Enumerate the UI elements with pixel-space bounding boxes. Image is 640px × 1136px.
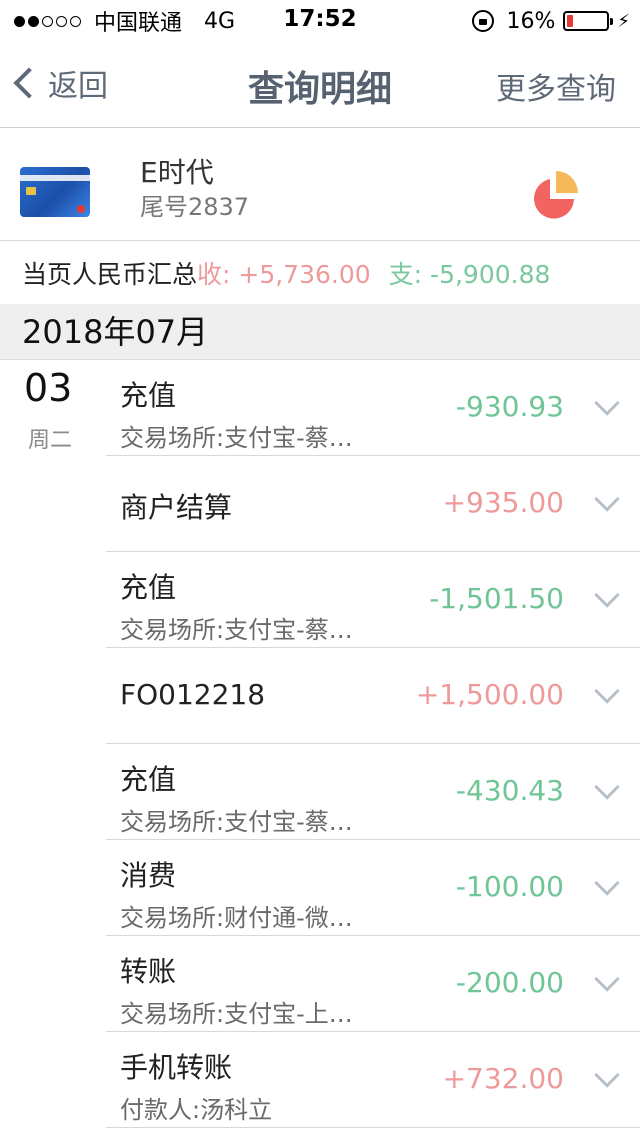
chevron-down-icon[interactable] <box>594 966 620 992</box>
summary-label: 当页人民币汇总 <box>22 260 198 289</box>
pie-chart-icon[interactable] <box>528 167 582 221</box>
card-logo-mark <box>77 205 85 213</box>
transaction-row[interactable]: 充值交易场所:支付宝-蔡… -930.93 <box>106 360 640 456</box>
transaction-title: 转账 <box>120 955 177 988</box>
page-summary: 当页人民币汇总 收: +5,736.00 支: -5,900.88 <box>0 242 640 304</box>
month-header: 2018年07月 <box>0 304 640 360</box>
transaction-description: 交易场所:支付宝-上… <box>120 1000 353 1028</box>
chevron-down-icon[interactable] <box>594 390 620 416</box>
transaction-description: 交易场所:支付宝-蔡… <box>120 616 353 644</box>
transaction-row[interactable]: 转账交易场所:支付宝-上… -200.00 <box>106 936 640 1032</box>
charging-bolt-icon: ⚡ <box>617 10 630 32</box>
chevron-down-icon[interactable] <box>594 582 620 608</box>
chevron-down-icon[interactable] <box>594 678 620 704</box>
day-weekday: 周二 <box>28 428 73 453</box>
transaction-description: 付款人:汤科立 <box>120 1096 273 1124</box>
transaction-amount: +732.00 <box>442 1062 564 1095</box>
status-right: 16% ⚡ <box>472 8 630 34</box>
bank-card-image <box>20 167 90 217</box>
transaction-row[interactable]: 充值交易场所:支付宝-蔡… -1,501.50 <box>106 552 640 648</box>
lock-rotation-icon <box>472 10 495 32</box>
battery-fill <box>567 15 574 27</box>
transaction-title: 充值 <box>120 379 177 412</box>
summary-expense: 支: -5,900.88 <box>388 260 551 289</box>
transaction-description: 交易场所:财付通-微… <box>120 904 353 932</box>
transaction-title: 充值 <box>120 763 177 796</box>
pie-small-slice <box>556 171 578 193</box>
transaction-title: 手机转账 <box>120 1051 233 1084</box>
transaction-row[interactable]: 充值交易场所:支付宝-蔡… -430.43 <box>106 744 640 840</box>
navigation-bar: 返回 查询明细 更多查询 <box>0 40 640 128</box>
chevron-down-icon[interactable] <box>594 870 620 896</box>
transaction-amount: +935.00 <box>442 486 564 519</box>
card-tail-number: 尾号2837 <box>140 193 250 221</box>
transaction-amount: -930.93 <box>455 390 564 423</box>
card-info-row[interactable]: E时代 尾号2837 <box>0 129 640 241</box>
battery-icon <box>563 11 614 31</box>
battery-percent: 16% <box>506 8 556 34</box>
transaction-amount: -430.43 <box>455 774 564 807</box>
transaction-title: 商户结算 <box>120 491 233 524</box>
more-query-button[interactable]: 更多查询 <box>496 64 616 108</box>
card-chip <box>26 187 36 195</box>
day-number: 03 <box>24 366 73 410</box>
transaction-row[interactable]: 手机转账付款人:汤科立 +732.00 <box>106 1032 640 1128</box>
card-name: E时代 <box>140 156 214 189</box>
transaction-list: 充值 交易场所:支付宝-蔡… -930.93 商户结算 +935.00 充值 交易场所:支付… <box>106 360 640 1128</box>
transaction-title: 消费 <box>120 859 177 892</box>
transaction-amount: +1,500.00 <box>415 678 564 711</box>
transaction-description: 交易场所:支付宝-蔡… <box>120 808 353 836</box>
transaction-title: 充值 <box>120 571 177 604</box>
transaction-amount: -100.00 <box>455 870 564 903</box>
summary-income: 收: +5,736.00 <box>197 260 371 289</box>
status-bar: 中国联通 4G 17:52 16% ⚡ <box>0 0 640 40</box>
transaction-description: 交易场所:支付宝-蔡… <box>120 424 353 452</box>
transaction-title: FO012218 <box>120 678 266 711</box>
transaction-amount: -1,501.50 <box>429 582 564 615</box>
transaction-row[interactable]: 商户结算 +935.00 <box>106 456 640 552</box>
card-stripe <box>20 175 90 181</box>
transaction-row[interactable]: FO012218 +1,500.00 <box>106 648 640 744</box>
transaction-amount: -200.00 <box>455 966 564 999</box>
transaction-row[interactable]: 消费交易场所:财付通-微… -100.00 <box>106 840 640 936</box>
chevron-down-icon[interactable] <box>594 1062 620 1088</box>
chevron-down-icon[interactable] <box>594 774 620 800</box>
chevron-down-icon[interactable] <box>594 486 620 512</box>
